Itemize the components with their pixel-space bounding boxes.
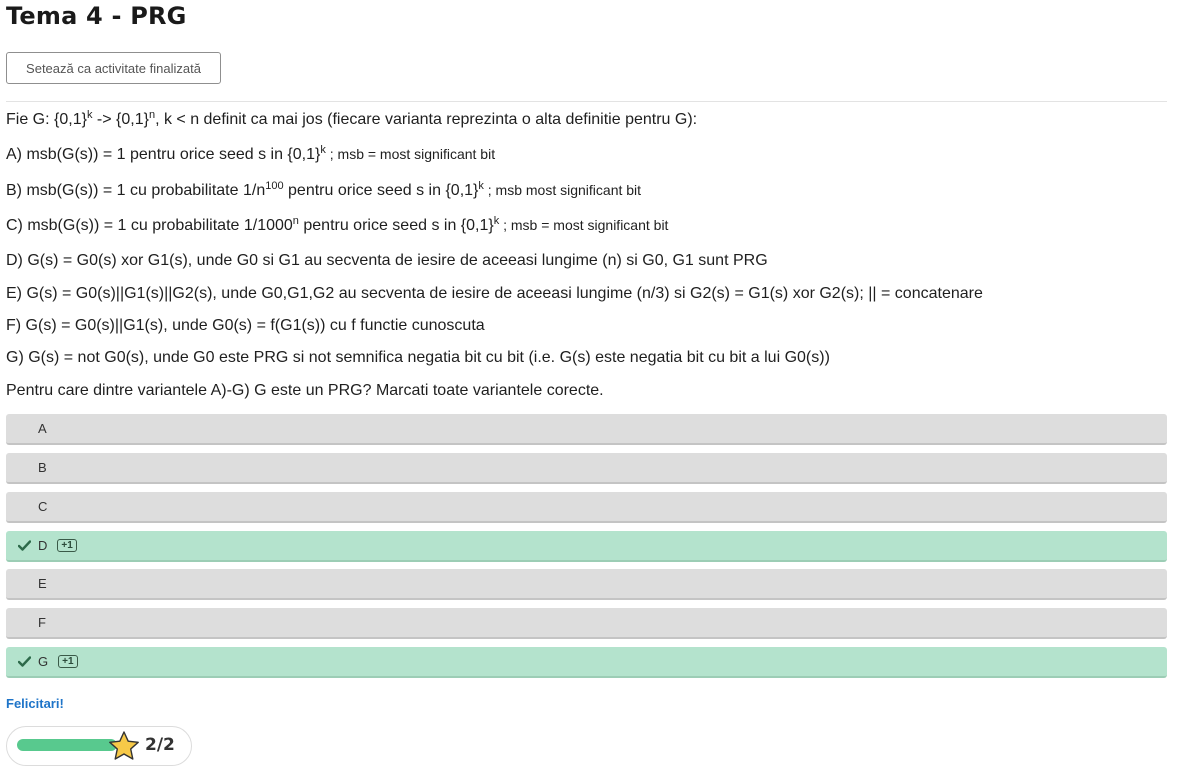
checkmark-icon xyxy=(18,656,32,667)
line-c-text: C) msb(G(s)) = 1 cu probabilitate 1/1000 xyxy=(6,217,293,234)
option-letter: F xyxy=(38,615,46,630)
score-widget: 2/2 xyxy=(6,726,192,766)
option-letter: C xyxy=(38,499,48,514)
question-prompt: Pentru care dintre variantele A)-G) G es… xyxy=(6,382,604,399)
line-b-text: ; msb most significant bit xyxy=(483,182,642,198)
intro-text: , k < n definit ca mai jos (fiecare vari… xyxy=(155,111,698,128)
intro-text: Fie G: {0,1} xyxy=(6,111,87,128)
option-c[interactable]: C xyxy=(6,492,1167,523)
option-letter: B xyxy=(38,460,47,475)
question-line-c: C) msb(G(s)) = 1 cu probabilitate 1/1000… xyxy=(6,216,669,235)
points-badge: +1 xyxy=(57,539,77,552)
question-line-g: G) G(s) = not G0(s), unde G0 este PRG si… xyxy=(6,349,830,366)
points-badge: +1 xyxy=(58,655,78,668)
option-letter: G xyxy=(38,654,49,669)
divider xyxy=(6,101,1167,102)
option-a[interactable]: A xyxy=(6,414,1167,445)
line-b-text: B) msb(G(s)) = 1 cu probabilitate 1/n xyxy=(6,182,266,199)
option-letter: A xyxy=(38,421,47,436)
line-a-text: A) msb(G(s)) = 1 pentru orice seed s in … xyxy=(6,146,321,163)
page-title: Tema 4 - PRG xyxy=(6,2,187,30)
line-b-text: pentru orice seed s in {0,1} xyxy=(283,182,479,199)
score-progress-bar xyxy=(17,739,117,751)
feedback-message: Felicitari! xyxy=(6,696,64,711)
line-c-text: ; msb = most significant bit xyxy=(499,217,669,233)
question-intro: Fie G: {0,1}k -> {0,1}n, k < n definit c… xyxy=(6,110,698,129)
intro-text: -> {0,1} xyxy=(92,111,149,128)
question-line-b: B) msb(G(s)) = 1 cu probabilitate 1/n100… xyxy=(6,180,642,200)
mark-complete-button[interactable]: Setează ca activitate finalizată xyxy=(6,52,221,84)
option-d[interactable]: D +1 xyxy=(6,531,1167,562)
line-c-text: pentru orice seed s in {0,1} xyxy=(298,217,494,234)
question-line-a: A) msb(G(s)) = 1 pentru orice seed s in … xyxy=(6,145,496,164)
option-letter: D xyxy=(38,538,48,553)
score-value: 2/2 xyxy=(145,735,175,755)
line-a-text: ; msb = most significant bit xyxy=(325,146,496,162)
question-line-f: F) G(s) = G0(s)||G1(s), unde G0(s) = f(G… xyxy=(6,317,485,334)
option-letter: E xyxy=(38,576,47,591)
line-b-sup: 100 xyxy=(265,180,284,192)
question-line-d: D) G(s) = G0(s) xor G1(s), unde G0 si G1… xyxy=(6,252,768,269)
checkmark-icon xyxy=(18,540,32,551)
question-line-e: E) G(s) = G0(s)||G1(s)||G2(s), unde G0,G… xyxy=(6,285,983,302)
option-e[interactable]: E xyxy=(6,569,1167,600)
option-g[interactable]: G +1 xyxy=(6,647,1167,678)
star-icon xyxy=(107,730,141,767)
option-f[interactable]: F xyxy=(6,608,1167,639)
option-b[interactable]: B xyxy=(6,453,1167,484)
